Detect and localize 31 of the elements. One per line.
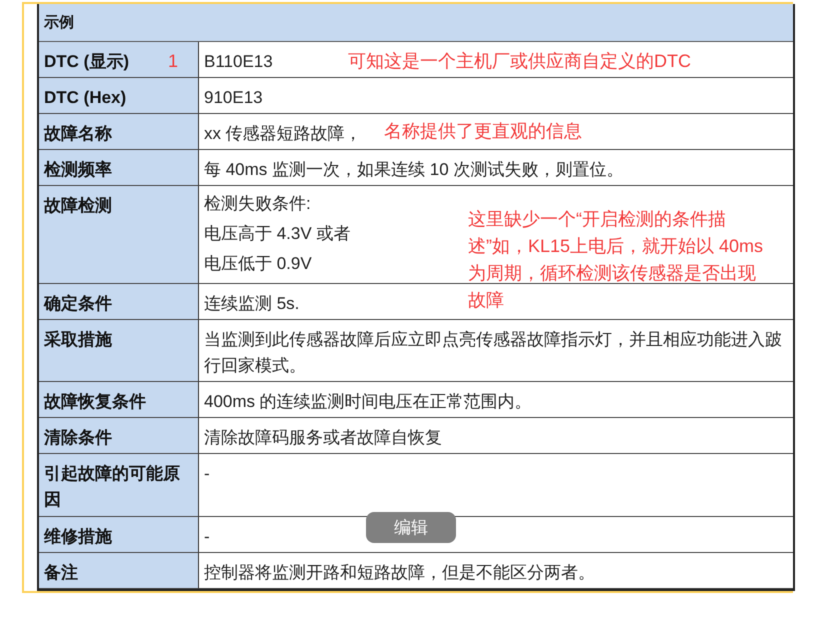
edit-button[interactable]: 编辑 xyxy=(366,512,456,543)
table-cell-text: 每 40ms 监测一次，如果连续 10 次测试失败，则置位。 xyxy=(204,159,624,181)
table-cell-text: 连续监测 5s. xyxy=(204,293,300,315)
row-label: 引起故障的可能原因 xyxy=(39,454,199,517)
table-cell-text: B110E13 xyxy=(204,51,273,73)
table-cell-text: 清除故障码服务或者故障自恢复 xyxy=(204,427,442,449)
row-label: 故障名称 xyxy=(39,114,199,150)
row-label: DTC (Hex) xyxy=(39,78,199,114)
annotation-text: 这里缺少一个“开启检测的条件描述”如，KL15上电后，就开始以 40ms 为周期，循环检测该传感器是否出现故障 xyxy=(468,208,764,312)
table-header: 示例 xyxy=(39,4,793,42)
annotation-text: 1 xyxy=(168,50,178,73)
row-label: 备注 xyxy=(39,553,199,589)
row-label: 清除条件 xyxy=(39,418,199,454)
table-cell-text: 910E13 xyxy=(204,87,263,109)
table-cell-text: 当监测到此传感器故障后应立即点亮传感器故障指示灯，并且相应功能进入跛行回家模式。 xyxy=(204,329,783,377)
table-cell-text: 电压高于 4.3V 或者 xyxy=(204,223,350,245)
table-cell-text: xx 传感器短路故障， xyxy=(204,123,362,145)
row-label: 维修措施 xyxy=(39,517,199,553)
table-cell-text: 400ms 的连续监测时间电压在正常范围内。 xyxy=(204,391,532,413)
annotation-text: 名称提供了更直观的信息 xyxy=(384,120,582,143)
table-cell-text: 电压低于 0.9V xyxy=(204,253,312,275)
table-cell-text: 控制器将监测开路和短路故障，但是不能区分两者。 xyxy=(204,562,595,584)
row-label: 检测频率 xyxy=(39,150,199,186)
table-cell-text: 检测失败条件: xyxy=(204,193,311,215)
row-label: 采取措施 xyxy=(39,320,199,382)
table-cell-text: - xyxy=(204,463,210,485)
row-label: 故障检测 xyxy=(39,186,199,284)
table-cell-text: - xyxy=(204,526,210,548)
annotation-text: 可知这是一个主机厂或供应商自定义的DTC xyxy=(348,50,691,73)
row-label: 确定条件 xyxy=(39,284,199,320)
row-label: 故障恢复条件 xyxy=(39,382,199,418)
